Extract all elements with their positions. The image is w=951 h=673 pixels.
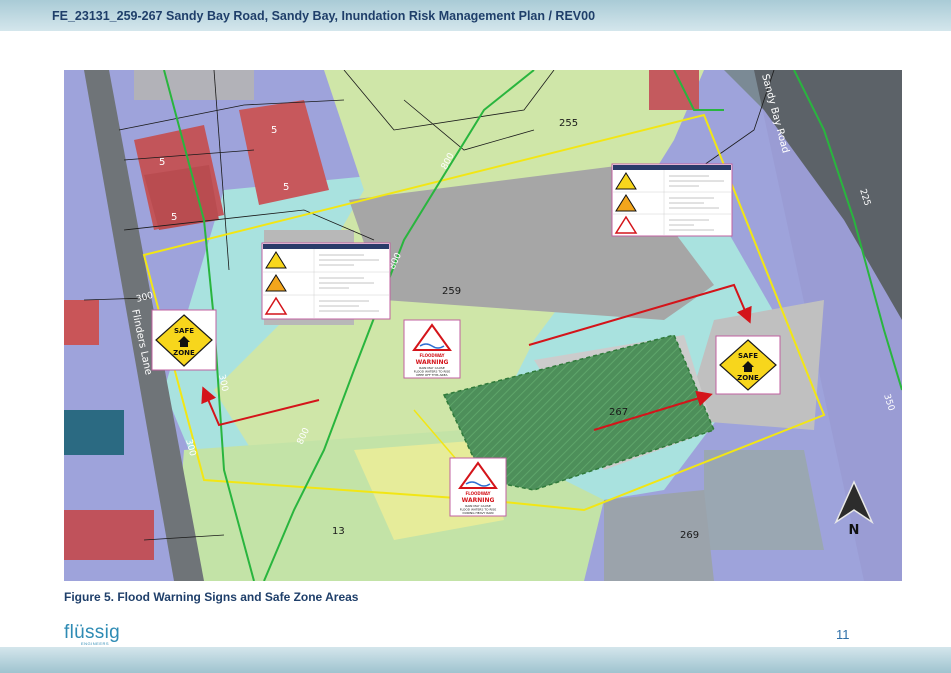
house-west-roof: [64, 300, 99, 345]
warning-sign-title: FLOODWAY: [465, 491, 490, 496]
north-label: N: [849, 523, 860, 538]
lot-label-255: 255: [559, 118, 578, 129]
document-title: FE_23131_259-267 Sandy Bay Road, Sandy B…: [52, 9, 596, 23]
page-number: 11: [836, 627, 850, 642]
map-canvas: 255 259 267 269 13 5 5 5 5 Sandy Bay Roa…: [64, 70, 902, 581]
lot-label-267: 267: [609, 407, 628, 418]
warning-sign-title: FLOODWAY: [419, 353, 444, 358]
lot-label-269: 269: [680, 530, 699, 541]
floodway-warning-sign-north: FLOODWAY WARNING RAIN MAY CAUSE FLOOD WA…: [403, 319, 461, 379]
lot-label-259: 259: [442, 286, 461, 297]
logo-subtext: ENGINEERS: [81, 641, 110, 646]
building-269: [704, 450, 824, 550]
warning-sign-line: DURING HEAVY RAIN: [463, 511, 494, 515]
safe-zone-sign-east: SAFE ZONE: [715, 335, 781, 395]
safe-zone-label: ZONE: [737, 374, 759, 382]
safe-zone-label: SAFE: [174, 327, 194, 335]
warning-sign-line: KEEP OFF THIS AREA: [416, 373, 448, 377]
house-north: [134, 70, 254, 100]
lot-label-13: 13: [332, 526, 345, 537]
floodway-warning-sign-south: FLOODWAY WARNING RAIN MAY CAUSE FLOOD WA…: [449, 457, 507, 517]
house-teal-roof: [64, 410, 124, 455]
warning-sign-heading: WARNING: [416, 359, 449, 366]
safe-zone-label: ZONE: [173, 349, 195, 357]
footer-band: [0, 647, 951, 673]
sign-legend-table-east: [611, 163, 733, 237]
house-sw-roof: [64, 510, 154, 560]
warning-sign-heading: WARNING: [462, 497, 495, 504]
company-logo: flüssig ENGINEERS: [64, 622, 132, 648]
lot-label-5-c: 5: [283, 182, 289, 193]
lot-label-5-a: 5: [159, 157, 165, 168]
sign-legend-table-west: [261, 242, 391, 320]
safe-zone-label: SAFE: [738, 352, 758, 360]
lot-label-5-d: 5: [171, 212, 177, 223]
lot-label-5-b: 5: [271, 125, 277, 136]
flood-map: 255 259 267 269 13 5 5 5 5 Sandy Bay Roa…: [64, 70, 902, 581]
figure-caption: Figure 5. Flood Warning Signs and Safe Z…: [64, 590, 359, 604]
safe-zone-sign-west: SAFE ZONE: [151, 309, 217, 371]
